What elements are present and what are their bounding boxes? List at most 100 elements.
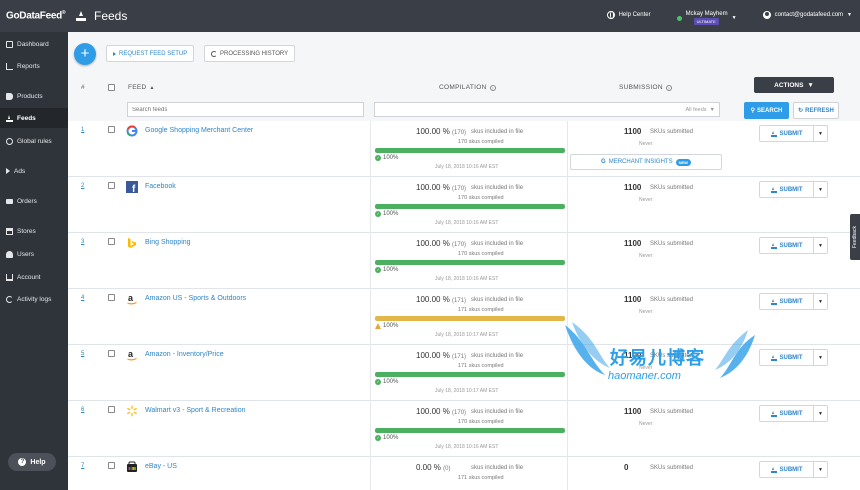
submit-button[interactable]: SUBMIT (759, 293, 814, 310)
row-checkbox[interactable] (108, 462, 115, 469)
chevron-down-icon: ▼ (818, 130, 823, 137)
submitted-label: SKUs submitted (650, 297, 694, 303)
sidebar: Dashboard Reports Products Feeds Global … (0, 32, 68, 490)
search-button[interactable]: ⚲ SEARCH (744, 102, 789, 119)
submit-button[interactable]: SUBMIT (759, 237, 814, 254)
upload-icon (76, 11, 86, 21)
compilation-percent: 100.00 % (170) (416, 407, 467, 416)
sidebar-item-reports[interactable]: Reports (0, 56, 68, 76)
sidebar-item-activity-logs[interactable]: Activity logs (0, 289, 68, 309)
progress-label: ✓ 100% (375, 155, 399, 161)
feed-number-link[interactable]: 2 (81, 183, 84, 189)
row-checkbox[interactable] (108, 294, 115, 301)
row-checkbox[interactable] (108, 406, 115, 413)
help-icon[interactable]: ? (665, 84, 672, 91)
account-menu[interactable]: contact@godatafeed.com ▼ (762, 11, 852, 19)
search-feeds-input[interactable] (127, 102, 364, 117)
row-checkbox[interactable] (108, 182, 115, 189)
walmart-logo (126, 405, 138, 417)
compiled-date: July 18, 2018 10:16 AM EST (435, 444, 499, 450)
request-feed-setup-button[interactable]: REQUEST FEED SETUP (106, 45, 195, 62)
feed-name-link[interactable]: Amazon - Inventory/Price (145, 351, 224, 358)
sidebar-item-users[interactable]: Users (0, 244, 68, 264)
submit-dropdown[interactable]: ▼ (813, 405, 828, 422)
header-num: # (81, 84, 85, 91)
row-checkbox[interactable] (108, 350, 115, 357)
user-menu[interactable]: Mckay Mayhem ULTIMATE ▼ (676, 11, 737, 25)
feed-name-link[interactable]: eBay - US (145, 463, 177, 470)
submit-dropdown[interactable]: ▼ (813, 125, 828, 142)
feed-number-link[interactable]: 3 (81, 239, 84, 245)
processing-history-button[interactable]: PROCESSING HISTORY (204, 45, 296, 62)
page-title: Feeds (76, 9, 127, 23)
sidebar-item-account[interactable]: Account (0, 267, 68, 287)
submit-button[interactable]: SUBMIT (759, 181, 814, 198)
sidebar-item-orders[interactable]: Orders (0, 191, 68, 211)
facebook-logo: f (126, 181, 138, 195)
feed-number-link[interactable]: 6 (81, 407, 84, 413)
compilation-percent: 100.00 % (170) (416, 127, 467, 136)
feed-number-link[interactable]: 1 (81, 127, 84, 133)
submit-dropdown[interactable]: ▼ (813, 349, 828, 366)
actions-dropdown[interactable]: ACTIONS ▼ (754, 77, 834, 93)
sidebar-item-feeds[interactable]: Feeds (0, 108, 68, 128)
submit-button[interactable]: SUBMIT (759, 125, 814, 142)
submit-button[interactable]: SUBMIT (759, 405, 814, 422)
header-feed[interactable]: FEED ▲ (128, 84, 155, 91)
submit-button[interactable]: SUBMIT (759, 349, 814, 366)
refresh-button[interactable]: ↻ REFRESH (793, 102, 839, 119)
check-icon: ✓ (375, 211, 381, 217)
feedback-tab[interactable]: Feedback (850, 214, 860, 260)
row-checkbox[interactable] (108, 126, 115, 133)
upload-icon (770, 186, 777, 193)
compilation-progress-bar (375, 260, 565, 265)
submit-dropdown[interactable]: ▼ (813, 461, 828, 478)
dashboard-icon (6, 40, 13, 48)
sidebar-item-products[interactable]: Products (0, 86, 68, 106)
feed-filter-select[interactable]: All feeds ▼ (374, 102, 720, 117)
feed-number-link[interactable]: 7 (81, 463, 84, 469)
submit-button[interactable]: SUBMIT (759, 461, 814, 478)
chevron-down-icon: ▼ (818, 298, 823, 305)
add-feed-button[interactable]: + (74, 43, 96, 65)
last-submitted: Never (639, 421, 653, 427)
help-center-link[interactable]: Help Center (606, 11, 651, 19)
tag-icon (6, 92, 13, 100)
submit-dropdown[interactable]: ▼ (813, 293, 828, 310)
progress-label: ✓ 100% (375, 379, 399, 385)
compilation-progress-bar (375, 372, 565, 377)
progress-label: 100% (375, 323, 398, 329)
row-checkbox[interactable] (108, 238, 115, 245)
header-compilation: COMPILATION? (439, 84, 496, 91)
chevron-down-icon: ▼ (709, 106, 715, 113)
help-icon[interactable]: ? (489, 84, 496, 91)
submitted-count: 1100 (624, 295, 642, 304)
feed-name-link[interactable]: Facebook (145, 183, 176, 190)
sidebar-item-global-rules[interactable]: Global rules (0, 131, 68, 151)
merchant-insights-button[interactable]: G MERCHANT INSIGHTS NEW (570, 154, 722, 170)
user-email: contact@godatafeed.com (774, 12, 844, 18)
submit-dropdown[interactable]: ▼ (813, 237, 828, 254)
sidebar-item-dashboard[interactable]: Dashboard (0, 34, 68, 54)
progress-label: ✓ 100% (375, 435, 399, 441)
brand-logo[interactable]: GoDataFeed® (6, 10, 66, 21)
chevron-down-icon: ▼ (818, 354, 823, 361)
feed-name-link[interactable]: Google Shopping Merchant Center (145, 127, 253, 134)
history-icon (211, 50, 217, 57)
feed-name-link[interactable]: Amazon US - Sports & Outdoors (145, 295, 246, 302)
compilation-progress-bar (375, 316, 565, 321)
submit-dropdown[interactable]: ▼ (813, 181, 828, 198)
compilation-percent: 100.00 % (171) (416, 351, 467, 360)
feed-name-link[interactable]: Bing Shopping (145, 239, 191, 246)
user-name: Mckay Mayhem (685, 11, 728, 17)
progress-fill (375, 428, 565, 433)
feed-name-link[interactable]: Walmart v3 - Sport & Recreation (145, 407, 246, 414)
sidebar-item-stores[interactable]: Stores (0, 221, 68, 241)
help-button[interactable]: ? Help (8, 453, 56, 471)
sidebar-item-ads[interactable]: Ads (0, 161, 68, 181)
select-all-checkbox[interactable] (108, 84, 115, 91)
feed-number-link[interactable]: 5 (81, 351, 84, 357)
chevron-down-icon: ▼ (731, 15, 737, 21)
table-row: 1 Google Shopping Merchant Center 100.00 %… (68, 121, 860, 177)
feed-number-link[interactable]: 4 (81, 295, 84, 301)
